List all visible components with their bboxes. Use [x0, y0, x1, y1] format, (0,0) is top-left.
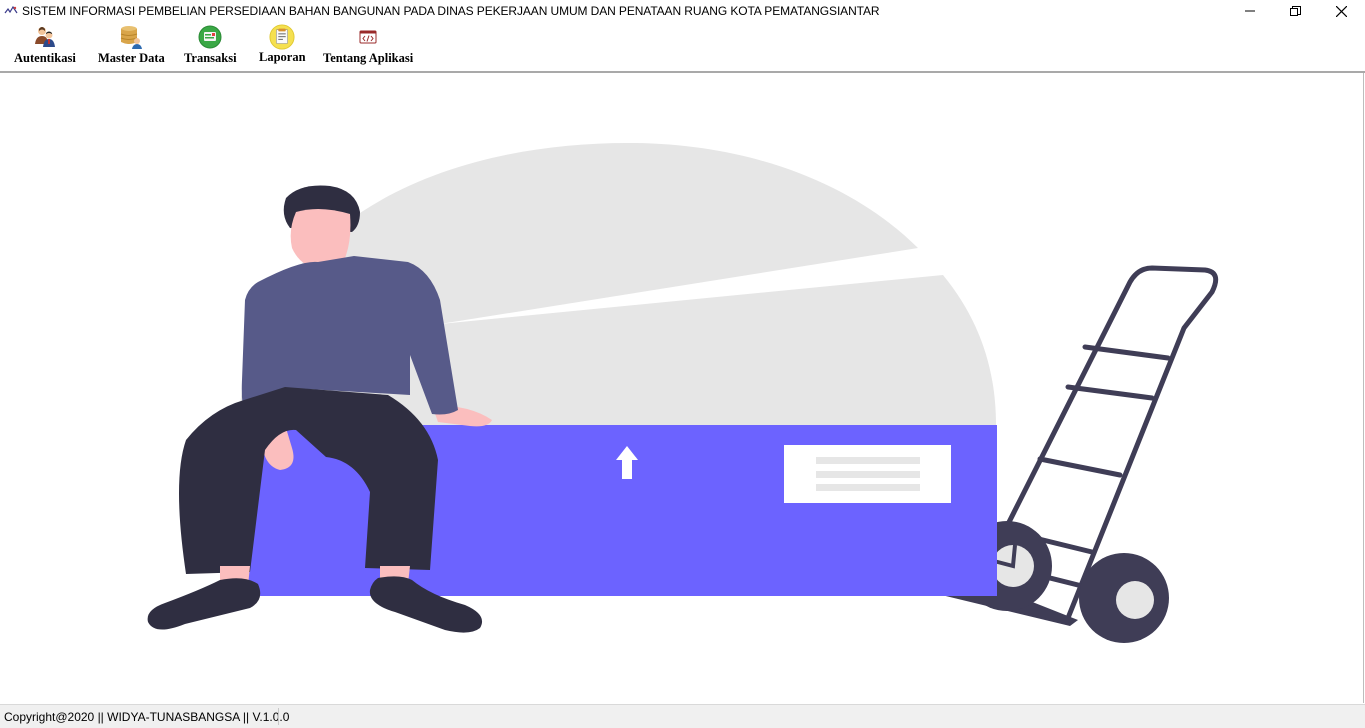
- menu-transaksi-label: Transaksi: [184, 51, 237, 65]
- close-icon: [1335, 5, 1347, 17]
- main-menu: Autentikasi Master Data Transaksi Lapora…: [0, 22, 1365, 71]
- report-icon: [269, 24, 295, 50]
- minimize-icon: [1245, 10, 1255, 12]
- database-icon: [118, 24, 144, 50]
- users-icon: [32, 24, 58, 50]
- menu-autentikasi-label: Autentikasi: [14, 51, 76, 65]
- menu-tentang-aplikasi-label: Tentang Aplikasi: [323, 51, 414, 65]
- title-bar: SISTEM INFORMASI PEMBELIAN PERSEDIAAN BA…: [0, 0, 1365, 22]
- close-button[interactable]: [1318, 0, 1364, 22]
- status-bar: Copyright@2020 || WIDYA-TUNASBANGSA || V…: [0, 704, 1365, 728]
- menu-master-data-label: Master Data: [98, 51, 165, 65]
- code-icon: [355, 24, 381, 50]
- hero-illustration: [147, 143, 1219, 643]
- restore-button[interactable]: [1272, 0, 1318, 22]
- menu-transaksi[interactable]: Transaksi: [184, 24, 237, 66]
- minimize-button[interactable]: [1227, 0, 1273, 22]
- window-title: SISTEM INFORMASI PEMBELIAN PERSEDIAAN BA…: [22, 4, 880, 18]
- menu-laporan[interactable]: Laporan: [259, 24, 306, 65]
- status-separator: [278, 708, 279, 725]
- menu-tentang-aplikasi[interactable]: Tentang Aplikasi: [323, 24, 413, 66]
- app-icon: [4, 5, 18, 14]
- menu-autentikasi[interactable]: Autentikasi: [14, 24, 76, 66]
- restore-icon: [1289, 5, 1301, 16]
- status-text: Copyright@2020 || WIDYA-TUNASBANGSA || V…: [4, 710, 290, 724]
- main-content: [0, 73, 1364, 703]
- menu-laporan-label: Laporan: [259, 50, 306, 64]
- transaction-icon: [197, 24, 223, 50]
- menu-master-data[interactable]: Master Data: [98, 24, 165, 66]
